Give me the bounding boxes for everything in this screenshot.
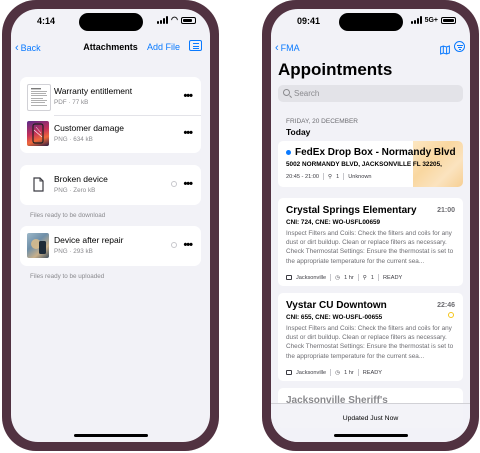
file-name: Device after repair — [54, 235, 124, 245]
attachments-group-1: Warranty entitlement PDF · 77 kB ••• Cus… — [20, 77, 201, 153]
section-date: FRIDAY, 20 DECEMBER — [286, 118, 359, 125]
file-row-device-after-repair[interactable]: Device after repair PNG · 293 kB ••• — [20, 228, 201, 264]
file-name: Customer damage — [54, 123, 124, 133]
appointment-tags: Jacksonville ◷ 1 hr ⚲ 1 READY — [286, 274, 402, 281]
battery-icon — [181, 16, 196, 24]
appointment-address: 5002 NORMANDY BLVD, JACKSONVILLE FL 3220… — [286, 161, 442, 168]
unread-dot-icon — [286, 149, 291, 155]
updated-status: Updated Just Now — [342, 415, 399, 422]
file-name: Broken device — [54, 174, 108, 184]
clock-icon: ◷ — [335, 369, 341, 376]
map-icon[interactable] — [440, 42, 450, 55]
back-button[interactable]: ‹ Back — [15, 42, 41, 54]
network-type: 5G+ — [424, 16, 438, 24]
appointment-title: FedEx Drop Box - Normandy Blvd — [286, 147, 456, 158]
crew-count: 1 — [336, 173, 340, 180]
footnote-upload: Files ready to be uploaded — [30, 273, 105, 280]
status-time: 4:14 — [37, 16, 56, 26]
file-row-customer-damage[interactable]: Customer damage PNG · 634 kB ••• — [20, 116, 201, 152]
file-name: Warranty entitlement — [54, 86, 133, 96]
document-icon — [27, 172, 49, 197]
time-range: 20:45 - 21:00 — [286, 173, 319, 180]
pdf-thumbnail-icon — [27, 84, 51, 111]
appointment-ids: CNI: 724, CNE: WO-USFL00659 — [286, 219, 381, 226]
appointment-card-crystal-springs[interactable]: Crystal Springs Elementary 21:00 CNI: 72… — [278, 198, 463, 286]
appointment-tags: Jacksonville ◷ 1 hr READY — [286, 369, 382, 376]
status-text: Unknown — [348, 173, 372, 180]
file-row-warranty[interactable]: Warranty entitlement PDF · 77 kB ••• — [20, 79, 201, 115]
appointment-title: Vystar CU Downtown — [286, 300, 387, 311]
file-meta: PNG · Zero kB — [54, 187, 96, 194]
nav-bar: ‹ Back Attachments Add File — [11, 40, 210, 56]
attachments-group-2: Broken device PNG · Zero kB ••• — [20, 165, 201, 205]
section-day: Today — [286, 127, 311, 137]
file-meta: PNG · 293 kB — [54, 248, 93, 255]
phone-attachments: 4:14 ◠ ‹ Back Attachments Add File Warra… — [2, 0, 219, 451]
dynamic-island — [338, 13, 403, 31]
back-label: Back — [20, 43, 41, 53]
appointments-screen: 09:41 5G+ ‹ FMA Appointments Search FRID… — [271, 9, 470, 442]
appointment-description: Inspect Filters and Coils: Check the fil… — [286, 230, 454, 265]
more-options-icon[interactable]: ••• — [183, 127, 193, 139]
file-meta: PNG · 634 kB — [54, 136, 93, 143]
wifi-icon: ◠ — [171, 15, 178, 24]
appointment-description: Inspect Filters and Coils: Check the fil… — [286, 325, 454, 360]
pending-status-icon — [448, 312, 454, 318]
back-label: FMA — [280, 43, 300, 53]
signal-icon — [157, 16, 169, 24]
image-thumbnail-icon — [27, 233, 49, 258]
more-options-icon[interactable]: ••• — [183, 178, 193, 190]
filter-icon[interactable] — [454, 41, 465, 52]
attachments-group-3: Device after repair PNG · 293 kB ••• — [20, 226, 201, 266]
upload-status-icon — [171, 242, 177, 248]
map-icon — [286, 370, 292, 375]
status-text: READY — [362, 369, 382, 376]
map-icon — [286, 275, 292, 280]
search-icon — [283, 89, 290, 96]
appointment-time: 21:00 — [437, 207, 455, 214]
list-view-icon[interactable] — [189, 40, 202, 51]
clock-icon: ◷ — [335, 274, 341, 281]
more-options-icon[interactable]: ••• — [183, 239, 193, 251]
chevron-left-icon: ‹ — [15, 42, 19, 54]
battery-icon — [441, 16, 456, 24]
person-icon: ⚲ — [327, 173, 333, 180]
download-status-icon — [171, 181, 177, 187]
add-file-button[interactable]: Add File — [147, 42, 180, 52]
appointment-tags: 20:45 - 21:00 ⚲ 1 Unknown — [286, 173, 372, 180]
appointment-card-fedex[interactable]: FedEx Drop Box - Normandy Blvd 5002 NORM… — [278, 141, 463, 187]
file-row-broken-device[interactable]: Broken device PNG · Zero kB ••• — [20, 167, 201, 203]
status-time: 09:41 — [297, 16, 321, 26]
file-meta: PDF · 77 kB — [54, 99, 89, 106]
appointment-ids: CNI: 655, CNE: WO-USFL-00655 — [286, 314, 383, 321]
more-options-icon[interactable]: ••• — [183, 90, 193, 102]
appointment-time: 22:46 — [437, 302, 455, 309]
phone-appointments: 09:41 5G+ ‹ FMA Appointments Search FRID… — [262, 0, 479, 451]
chevron-left-icon: ‹ — [275, 42, 279, 54]
dynamic-island — [78, 13, 143, 31]
signal-icon — [410, 16, 422, 24]
person-icon: ⚲ — [362, 274, 367, 281]
back-button[interactable]: ‹ FMA — [275, 42, 300, 54]
appointment-title: Crystal Springs Elementary — [286, 205, 417, 216]
home-indicator — [333, 434, 408, 437]
status-text: READY — [382, 274, 403, 281]
image-thumbnail-icon — [27, 121, 49, 146]
footnote-download: Files ready to be download — [30, 212, 106, 219]
page-title: Appointments — [278, 60, 393, 79]
appointment-card-vystar[interactable]: Vystar CU Downtown 22:46 CNI: 655, CNE: … — [278, 293, 463, 381]
home-indicator — [73, 434, 148, 437]
attachments-screen: 4:14 ◠ ‹ Back Attachments Add File Warra… — [11, 9, 210, 442]
search-placeholder: Search — [294, 89, 320, 98]
search-input[interactable]: Search — [278, 85, 463, 102]
